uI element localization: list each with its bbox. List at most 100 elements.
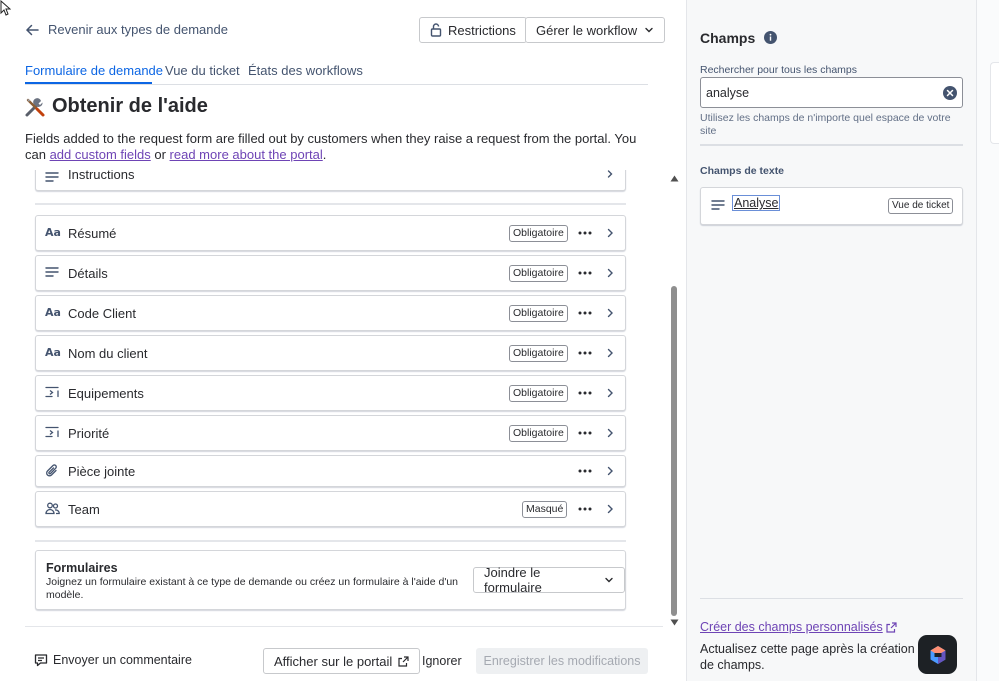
- manage-workflow-button[interactable]: Gérer le workflow: [525, 17, 666, 43]
- description-end: .: [322, 147, 327, 162]
- field-row[interactable]: Détails Obligatoire: [35, 255, 626, 291]
- more-actions-icon[interactable]: [577, 225, 593, 241]
- page-title: Obtenir de l'aide: [52, 95, 208, 117]
- field-badge: Obligatoire: [509, 425, 568, 442]
- chevron-right-icon[interactable]: [605, 502, 615, 516]
- tabs-divider: [25, 84, 648, 85]
- more-actions-icon[interactable]: [577, 501, 593, 517]
- instructions-row[interactable]: Instructions: [35, 170, 626, 191]
- paragraph-icon: [711, 199, 725, 211]
- field-badge: Obligatoire: [509, 265, 568, 282]
- instructions-label: Instructions: [68, 170, 135, 182]
- create-custom-fields-link[interactable]: Créer des champs personnalisés: [700, 620, 897, 634]
- more-actions-icon[interactable]: [577, 425, 593, 441]
- info-icon[interactable]: [764, 31, 777, 44]
- external-link-icon: [886, 621, 897, 633]
- chevron-right-icon[interactable]: [605, 266, 615, 280]
- view-portal-label: Afficher sur le portail: [274, 653, 393, 669]
- short-text-icon: Aa: [45, 226, 61, 242]
- section-divider: [35, 540, 626, 542]
- field-row[interactable]: Aa Code Client Obligatoire: [35, 295, 626, 331]
- paragraph-icon: [45, 171, 59, 183]
- ignore-button[interactable]: Ignorer: [422, 654, 462, 668]
- clear-search-icon[interactable]: [943, 86, 957, 100]
- scroll-up-arrow[interactable]: [670, 175, 679, 182]
- short-text-icon: Aa: [45, 306, 61, 322]
- field-row[interactable]: Pièce jointe: [35, 455, 626, 487]
- scroll-area-bottom-border: [25, 626, 663, 627]
- page-description: Fields added to the request form are fil…: [25, 131, 645, 163]
- external-link-icon: [398, 655, 409, 667]
- request-type-icon: [24, 96, 46, 118]
- description-or: or: [150, 147, 170, 162]
- field-label: Equipements: [68, 386, 144, 401]
- arrow-left-icon: [25, 23, 39, 37]
- people-icon: [45, 502, 61, 518]
- short-text-icon: Aa: [45, 346, 61, 362]
- tab-workflow-states[interactable]: États des workflows: [248, 62, 363, 80]
- restrictions-label: Restrictions: [448, 22, 516, 38]
- more-actions-icon[interactable]: [577, 385, 593, 401]
- tab-request-form[interactable]: Formulaire de demande: [25, 62, 163, 84]
- chevron-right-icon[interactable]: [605, 306, 615, 320]
- more-actions-icon[interactable]: [577, 463, 593, 479]
- join-form-button[interactable]: Joindre le formulaire: [473, 565, 625, 595]
- tab-ticket-view[interactable]: Vue du ticket: [165, 62, 240, 80]
- add-custom-fields-link[interactable]: add custom fields: [50, 147, 151, 162]
- field-label: Team: [68, 502, 100, 517]
- field-label: Pièce jointe: [68, 464, 136, 479]
- chevron-right-icon[interactable]: [605, 346, 615, 360]
- field-badge: Obligatoire: [509, 345, 568, 362]
- more-actions-icon[interactable]: [577, 265, 593, 281]
- chevron-right-icon[interactable]: [605, 386, 615, 400]
- read-more-portal-link[interactable]: read more about the portal: [170, 147, 323, 162]
- field-label: Code Client: [68, 306, 136, 321]
- chevron-right-icon[interactable]: [605, 226, 615, 240]
- search-label: Rechercher pour tous les champs: [700, 64, 857, 76]
- chevron-right-icon[interactable]: [605, 464, 615, 478]
- scrollbar-thumb[interactable]: [671, 286, 677, 616]
- field-row[interactable]: Aa Résumé Obligatoire: [35, 215, 626, 251]
- panel-strip-accent: [990, 62, 999, 144]
- app-logo-icon: [928, 645, 948, 665]
- tab-workflow-states-label: États des workflows: [248, 63, 363, 78]
- floating-app-button[interactable]: [918, 635, 957, 674]
- send-feedback-label: Envoyer un commentaire: [53, 653, 192, 667]
- chevron-right-icon[interactable]: [605, 426, 615, 440]
- send-feedback-button[interactable]: Envoyer un commentaire: [34, 653, 192, 667]
- field-search-input[interactable]: analyse: [700, 77, 963, 108]
- save-changes-label: Enregistrer les modifications: [483, 654, 641, 668]
- section-divider: [35, 203, 626, 205]
- more-actions-icon[interactable]: [577, 305, 593, 321]
- mouse-cursor-icon: [0, 0, 11, 16]
- search-hint: Utilisez les champs de n'importe quel es…: [700, 112, 951, 137]
- svg-text:Aa: Aa: [45, 346, 61, 358]
- field-row[interactable]: Team Masqué: [35, 491, 626, 527]
- refresh-note: Actualisez cette page après la création …: [700, 642, 915, 672]
- field-row[interactable]: Equipements Obligatoire: [35, 375, 626, 411]
- field-badge: Obligatoire: [509, 225, 568, 242]
- field-result-card[interactable]: Analyse Vue de ticket: [700, 187, 963, 225]
- paragraph-icon: [45, 266, 61, 282]
- save-changes-button[interactable]: Enregistrer les modifications: [476, 648, 648, 674]
- more-actions-icon[interactable]: [577, 345, 593, 361]
- forms-card-description: Joignez un formulaire existant à ce type…: [46, 576, 459, 601]
- field-label: Résumé: [68, 226, 117, 241]
- scroll-down-arrow[interactable]: [670, 619, 679, 626]
- field-result-label: Analyse: [731, 195, 781, 211]
- panel-title: Champs: [700, 30, 756, 46]
- panel-divider: [700, 598, 963, 599]
- tab-request-form-label: Formulaire de demande: [25, 63, 164, 78]
- view-portal-button[interactable]: Afficher sur le portail: [263, 648, 421, 674]
- restrictions-button[interactable]: Restrictions: [419, 17, 527, 43]
- field-row[interactable]: Priorité Obligatoire: [35, 415, 626, 451]
- forms-card: Formulaires Joignez un formulaire exista…: [35, 550, 626, 610]
- back-link[interactable]: Revenir aux types de demande: [25, 22, 228, 37]
- field-row[interactable]: Aa Nom du client Obligatoire: [35, 335, 626, 371]
- chevron-down-icon: [644, 25, 654, 35]
- field-label: Priorité: [68, 426, 110, 441]
- field-badge: Masqué: [522, 501, 568, 518]
- svg-text:Aa: Aa: [45, 226, 61, 238]
- text-fields-section-title: Champs de texte: [700, 165, 785, 177]
- field-label: Détails: [68, 266, 108, 281]
